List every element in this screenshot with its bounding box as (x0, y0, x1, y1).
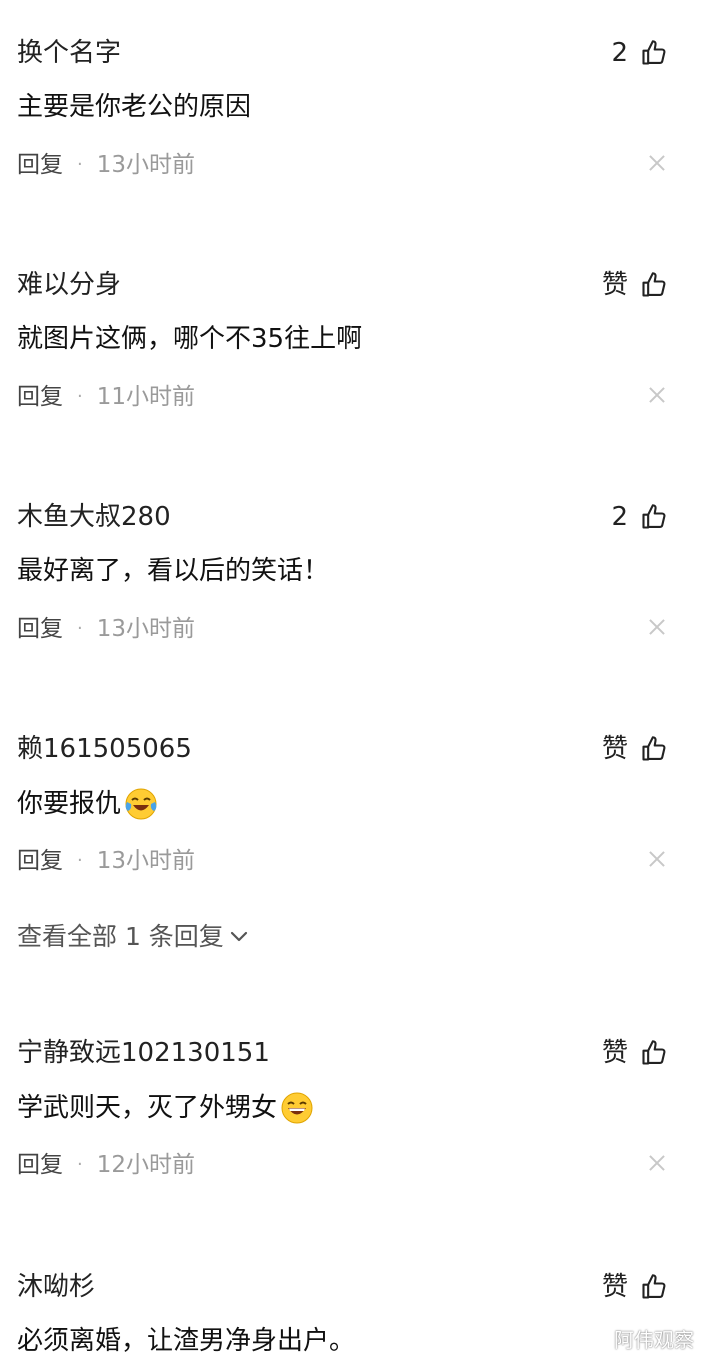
thumbs-up-icon (642, 504, 666, 529)
like-count: 赞 (601, 270, 628, 300)
timestamp: 11小时前 (96, 384, 196, 410)
like-button[interactable]: 2 (611, 36, 668, 70)
comment-username[interactable]: 宁静致远102130151 (17, 1036, 270, 1070)
thumbs-up-icon (642, 1040, 666, 1065)
view-all-replies-label: 查看全部 1 条回复 (17, 922, 224, 951)
like-count: 赞 (601, 1272, 628, 1302)
thumbs-up-icon (642, 40, 666, 65)
like-count: 赞 (601, 1038, 628, 1068)
reply-button[interactable]: 回复 (17, 1150, 63, 1180)
like-count: 赞 (601, 734, 628, 764)
comment-text: 就图片这俩，哪个不35往上啊 (17, 324, 363, 354)
comment-text: 最好离了，看以后的笑话！ (17, 556, 330, 586)
chevron-down-icon (230, 931, 247, 942)
close-icon[interactable] (648, 850, 666, 868)
close-icon[interactable] (648, 154, 666, 172)
timestamp: 13小时前 (96, 152, 196, 178)
reply-button[interactable]: 回复 (17, 382, 63, 412)
comment-meta: 回复 · 12小时前 (17, 1150, 195, 1180)
like-button[interactable]: 赞 (602, 268, 668, 302)
comment-text: 必须离婚，让渣男净身出户。 (17, 1326, 356, 1356)
view-all-replies-button[interactable]: 查看全部 1 条回复 (17, 920, 248, 954)
comment-username[interactable]: 换个名字 (17, 36, 121, 70)
reply-button[interactable]: 回复 (17, 150, 63, 180)
comment-text: 你要报仇 (17, 786, 159, 822)
like-button[interactable]: 赞 (602, 1270, 668, 1304)
laughing-crying-emoji (125, 788, 157, 820)
comment-username[interactable]: 难以分身 (17, 268, 121, 302)
separator-dot: · (77, 1154, 83, 1175)
like-button[interactable]: 赞 (602, 1036, 668, 1070)
like-button[interactable]: 2 (611, 500, 668, 534)
comment-username[interactable]: 沐呦杉 (17, 1270, 95, 1304)
close-icon[interactable] (648, 618, 666, 636)
timestamp: 12小时前 (96, 1152, 196, 1178)
comment-username[interactable]: 赖161505065 (17, 732, 192, 766)
comment-text: 学武则天，灭了外甥女 (17, 1090, 315, 1126)
close-icon[interactable] (648, 386, 666, 404)
separator-dot: · (77, 386, 83, 407)
watermark: 阿伟观察 (614, 1328, 694, 1352)
comment-meta: 回复 · 13小时前 (17, 614, 195, 644)
separator-dot: · (77, 618, 83, 639)
reply-button[interactable]: 回复 (17, 846, 63, 876)
thumbs-up-icon (642, 736, 666, 761)
close-icon[interactable] (648, 1154, 666, 1172)
comment-username[interactable]: 木鱼大叔280 (17, 500, 171, 534)
like-count: 2 (611, 38, 628, 68)
comment-meta: 回复 · 13小时前 (17, 846, 195, 876)
timestamp: 13小时前 (96, 848, 196, 874)
timestamp: 13小时前 (96, 616, 196, 642)
separator-dot: · (77, 850, 83, 871)
comment-text: 主要是你老公的原因 (17, 92, 252, 122)
like-button[interactable]: 赞 (602, 732, 668, 766)
comment-meta: 回复 · 13小时前 (17, 150, 195, 180)
comment-meta: 回复 · 11小时前 (17, 382, 195, 412)
reply-button[interactable]: 回复 (17, 614, 63, 644)
like-count: 2 (611, 502, 628, 532)
thumbs-up-icon (642, 1274, 666, 1299)
thumbs-up-icon (642, 272, 666, 297)
separator-dot: · (77, 154, 83, 175)
grinning-emoji (281, 1092, 313, 1124)
